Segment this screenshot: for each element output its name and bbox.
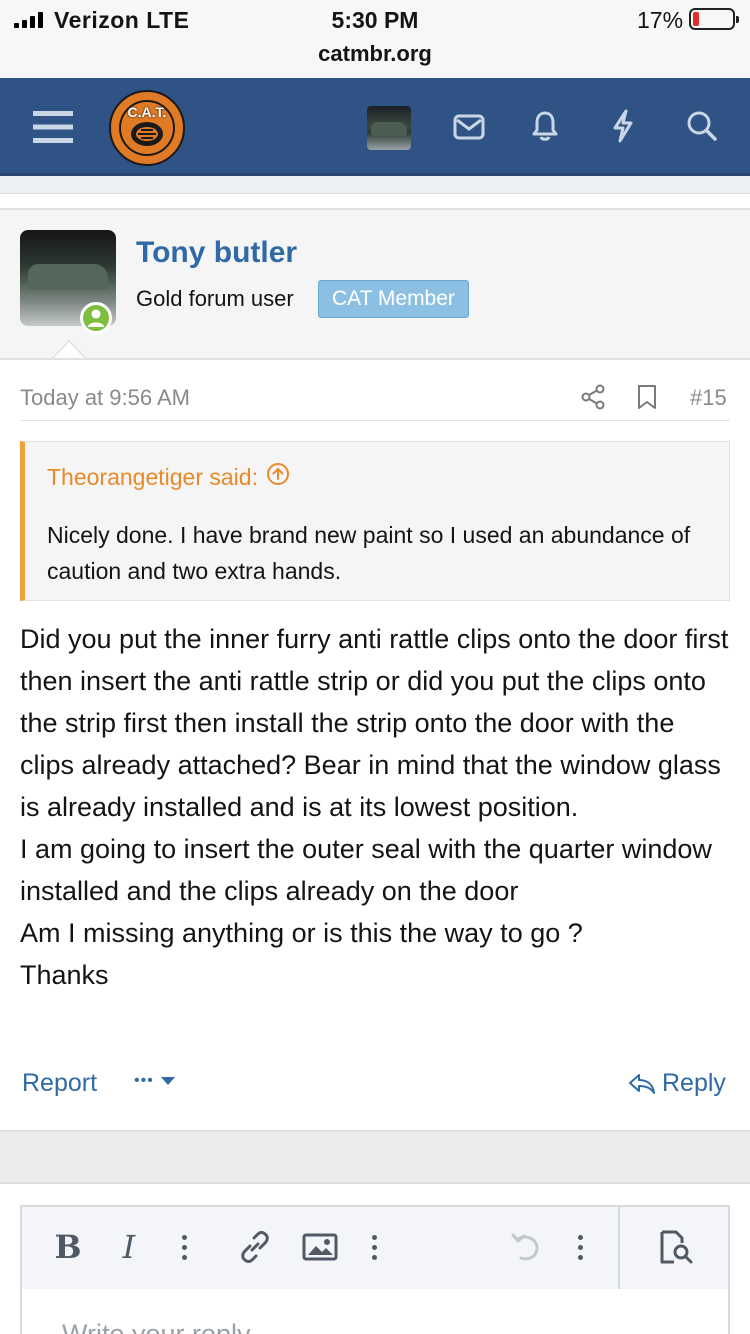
more-editor-options-icon[interactable]: [570, 1227, 590, 1267]
avatar-car-image: [28, 264, 108, 290]
post-user-header: Tony butler Gold forum user CAT Member: [0, 208, 750, 360]
post-date[interactable]: Today at 9:56 AM: [20, 385, 190, 411]
bold-button[interactable]: B: [52, 1227, 84, 1267]
divider: [20, 420, 730, 421]
report-link[interactable]: Report: [22, 1069, 97, 1098]
online-status-icon: [80, 302, 112, 334]
share-icon[interactable]: [580, 384, 606, 410]
reply-label: Reply: [662, 1069, 726, 1097]
battery-icon: [689, 8, 739, 30]
header-caret: [54, 342, 84, 358]
preview-icon[interactable]: [656, 1227, 696, 1267]
reply-button[interactable]: Reply: [628, 1069, 726, 1098]
site-logo[interactable]: C.A.T.: [109, 90, 185, 166]
user-banner: CAT Member: [318, 280, 469, 318]
menu-icon[interactable]: [28, 102, 78, 152]
battery-percent: 17%: [637, 7, 684, 33]
bookmark-icon[interactable]: [636, 384, 658, 410]
link-icon[interactable]: [236, 1227, 274, 1267]
more-insert-options-icon[interactable]: [364, 1227, 384, 1267]
reply-icon: [629, 1073, 655, 1094]
bell-icon[interactable]: [524, 104, 566, 148]
undo-icon[interactable]: [508, 1227, 542, 1267]
quote-text: Nicely done. I have brand new paint so I…: [47, 522, 691, 584]
italic-button[interactable]: I: [114, 1227, 144, 1267]
quote-author[interactable]: Theorangetiger said:: [47, 464, 258, 491]
avatar-car-image: [371, 122, 407, 136]
quote-attribution[interactable]: Theorangetiger said:: [47, 462, 290, 492]
post-message: Did you put the inner furry anti rattle …: [20, 624, 729, 990]
arrow-up-circle-icon[interactable]: [266, 462, 290, 492]
reply-input[interactable]: Write your reply...: [62, 1319, 271, 1334]
mail-icon[interactable]: [448, 106, 490, 148]
site-navbar: C.A.T.: [0, 78, 750, 176]
battery-level: [693, 12, 699, 26]
chevron-down-icon: [160, 1077, 175, 1085]
quote-block: Theorangetiger said: Nicely done. I have…: [20, 441, 730, 601]
more-options-button[interactable]: •••: [134, 1072, 176, 1090]
navbar-subbar: [0, 176, 750, 194]
bolt-icon[interactable]: [602, 104, 644, 148]
more-text-options-icon[interactable]: [174, 1227, 194, 1267]
search-icon[interactable]: [681, 104, 723, 148]
user-title: Gold forum user: [136, 286, 294, 311]
editor-toolbar: B I: [22, 1207, 728, 1289]
post-number[interactable]: #15: [690, 385, 727, 411]
post-username[interactable]: Tony butler: [136, 236, 297, 270]
reply-editor: B I Write your reply...: [20, 1205, 730, 1334]
user-avatar[interactable]: [367, 106, 411, 150]
image-icon[interactable]: [300, 1227, 340, 1267]
url-bar[interactable]: catmbr.org: [0, 41, 750, 67]
section-separator: [0, 1130, 750, 1184]
preview-panel: [618, 1207, 728, 1289]
status-bar: Verizon LTE 5:30 PM catmbr.org 17%: [0, 0, 750, 78]
more-dots: •••: [134, 1072, 154, 1089]
